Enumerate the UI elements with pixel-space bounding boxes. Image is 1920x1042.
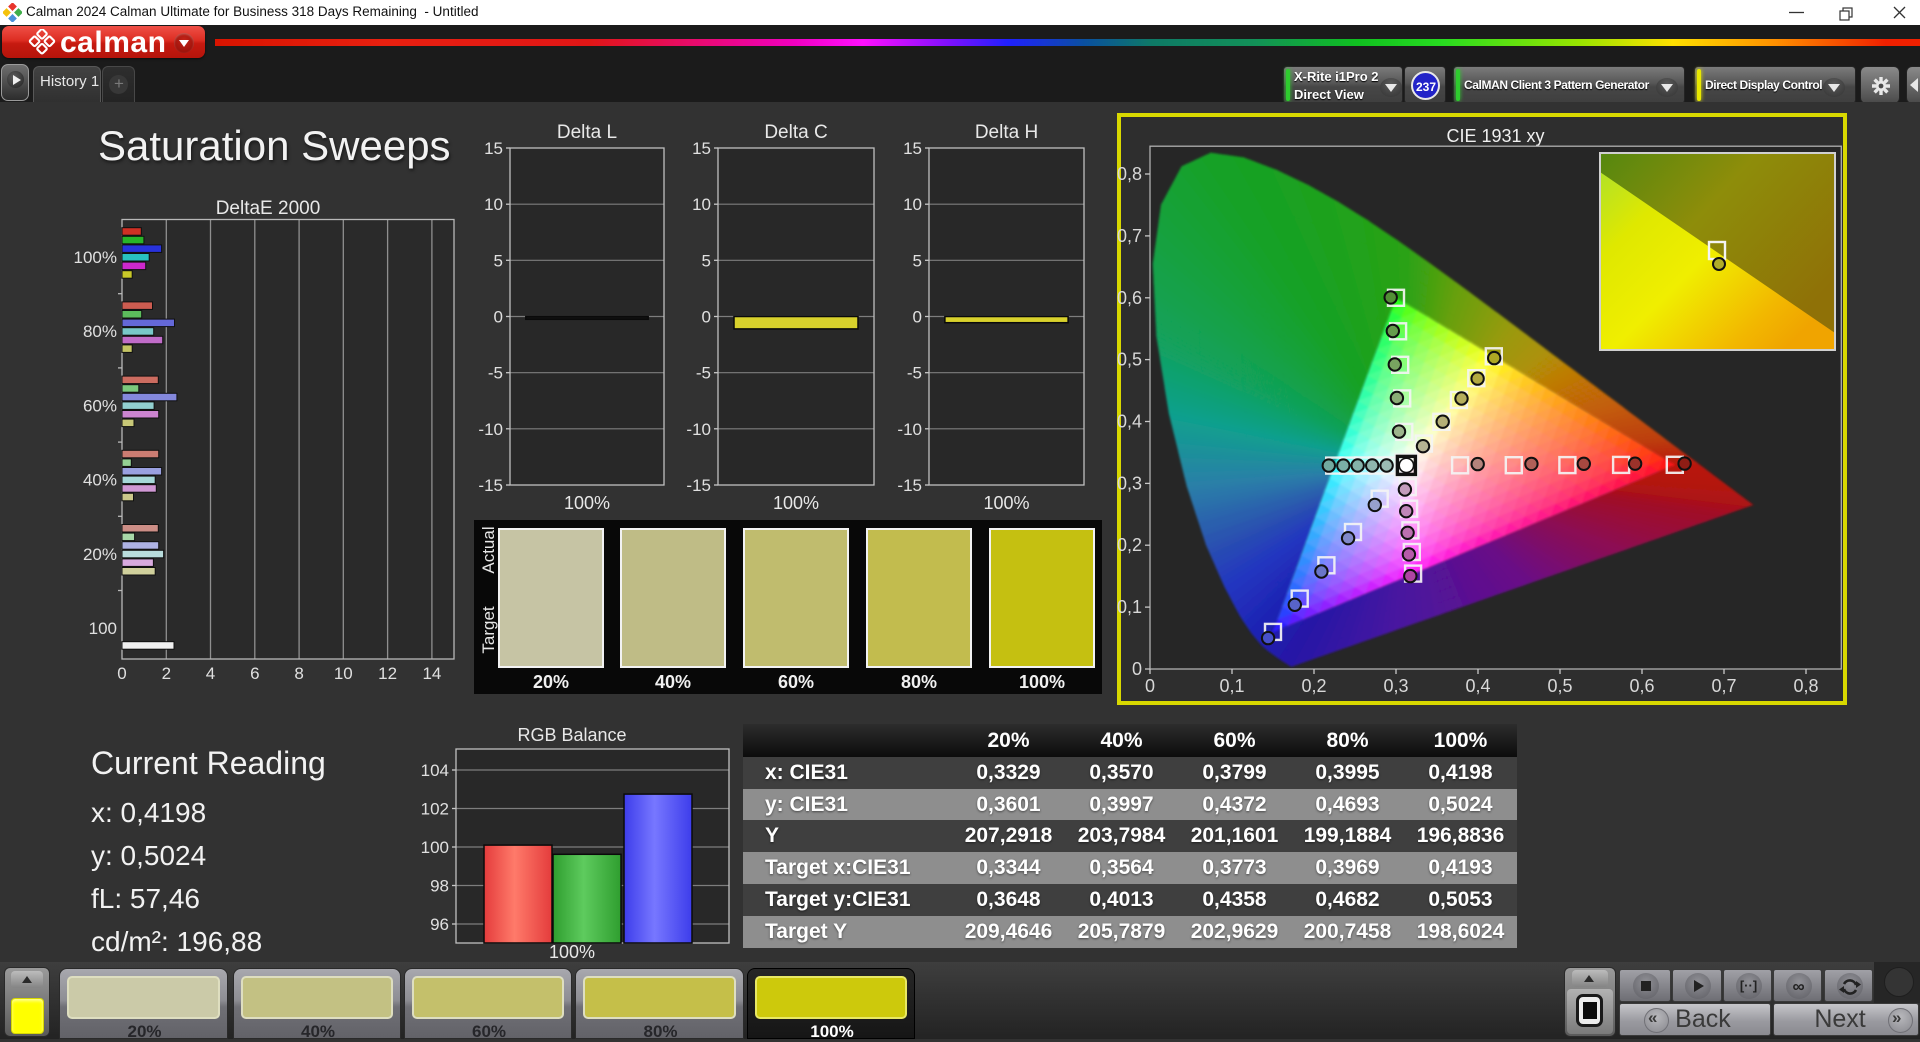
svg-text:0,2: 0,2 xyxy=(1117,535,1142,555)
svg-text:-5: -5 xyxy=(488,364,503,383)
svg-text:0: 0 xyxy=(117,664,126,683)
svg-text:5: 5 xyxy=(702,251,711,270)
svg-text:100%: 100% xyxy=(549,942,595,962)
svg-text:100%: 100% xyxy=(564,493,610,513)
svg-text:10: 10 xyxy=(484,195,503,214)
svg-text:0,3: 0,3 xyxy=(1383,676,1408,696)
svg-text:Delta H: Delta H xyxy=(975,122,1038,143)
svg-text:0,6: 0,6 xyxy=(1117,288,1142,308)
svg-text:0,8: 0,8 xyxy=(1117,164,1142,184)
svg-text:14: 14 xyxy=(422,664,441,683)
svg-text:60%: 60% xyxy=(83,396,117,415)
svg-text:0: 0 xyxy=(913,308,922,327)
svg-text:Delta C: Delta C xyxy=(764,122,827,143)
svg-text:4: 4 xyxy=(206,664,215,683)
svg-text:8: 8 xyxy=(294,664,303,683)
svg-text:0,6: 0,6 xyxy=(1629,676,1654,696)
svg-text:-15: -15 xyxy=(897,476,922,495)
svg-text:0,2: 0,2 xyxy=(1301,676,1326,696)
svg-text:12: 12 xyxy=(378,664,397,683)
svg-text:0,5: 0,5 xyxy=(1547,676,1572,696)
svg-text:15: 15 xyxy=(903,139,922,158)
svg-text:-10: -10 xyxy=(897,420,922,439)
svg-text:-15: -15 xyxy=(686,476,711,495)
svg-text:0,1: 0,1 xyxy=(1117,597,1142,617)
svg-text:20%: 20% xyxy=(83,545,117,564)
svg-text:0,4: 0,4 xyxy=(1465,676,1490,696)
svg-text:15: 15 xyxy=(484,139,503,158)
svg-text:0,7: 0,7 xyxy=(1711,676,1736,696)
svg-text:96: 96 xyxy=(430,915,449,934)
svg-text:100: 100 xyxy=(89,619,117,638)
svg-text:0: 0 xyxy=(494,308,503,327)
svg-text:100: 100 xyxy=(421,838,449,857)
svg-text:Delta L: Delta L xyxy=(557,122,617,143)
svg-text:-10: -10 xyxy=(686,420,711,439)
svg-text:104: 104 xyxy=(421,761,449,780)
svg-text:0,4: 0,4 xyxy=(1117,412,1142,432)
svg-text:10: 10 xyxy=(903,195,922,214)
svg-text:0,3: 0,3 xyxy=(1117,473,1142,493)
svg-text:102: 102 xyxy=(421,800,449,819)
svg-text:-15: -15 xyxy=(478,476,503,495)
svg-text:CIE 1931 xy: CIE 1931 xy xyxy=(1446,126,1544,146)
svg-text:0,1: 0,1 xyxy=(1219,676,1244,696)
svg-text:-5: -5 xyxy=(907,364,922,383)
svg-text:100%: 100% xyxy=(983,493,1029,513)
svg-text:2: 2 xyxy=(162,664,171,683)
svg-text:100%: 100% xyxy=(74,248,117,267)
svg-text:-5: -5 xyxy=(696,364,711,383)
svg-text:-10: -10 xyxy=(478,420,503,439)
svg-text:0: 0 xyxy=(702,308,711,327)
svg-text:6: 6 xyxy=(250,664,259,683)
svg-text:0: 0 xyxy=(1132,659,1142,679)
svg-text:80%: 80% xyxy=(83,322,117,341)
svg-text:100%: 100% xyxy=(773,493,819,513)
svg-text:40%: 40% xyxy=(83,471,117,490)
svg-text:5: 5 xyxy=(913,251,922,270)
svg-text:DeltaE 2000: DeltaE 2000 xyxy=(216,198,321,219)
svg-text:10: 10 xyxy=(692,195,711,214)
svg-text:15: 15 xyxy=(692,139,711,158)
svg-text:0,7: 0,7 xyxy=(1117,226,1142,246)
svg-text:0,8: 0,8 xyxy=(1793,676,1818,696)
svg-text:98: 98 xyxy=(430,877,449,896)
svg-text:0,5: 0,5 xyxy=(1117,350,1142,370)
svg-text:RGB Balance: RGB Balance xyxy=(517,725,626,745)
svg-text:5: 5 xyxy=(494,251,503,270)
svg-text:10: 10 xyxy=(334,664,353,683)
svg-text:0: 0 xyxy=(1145,676,1155,696)
